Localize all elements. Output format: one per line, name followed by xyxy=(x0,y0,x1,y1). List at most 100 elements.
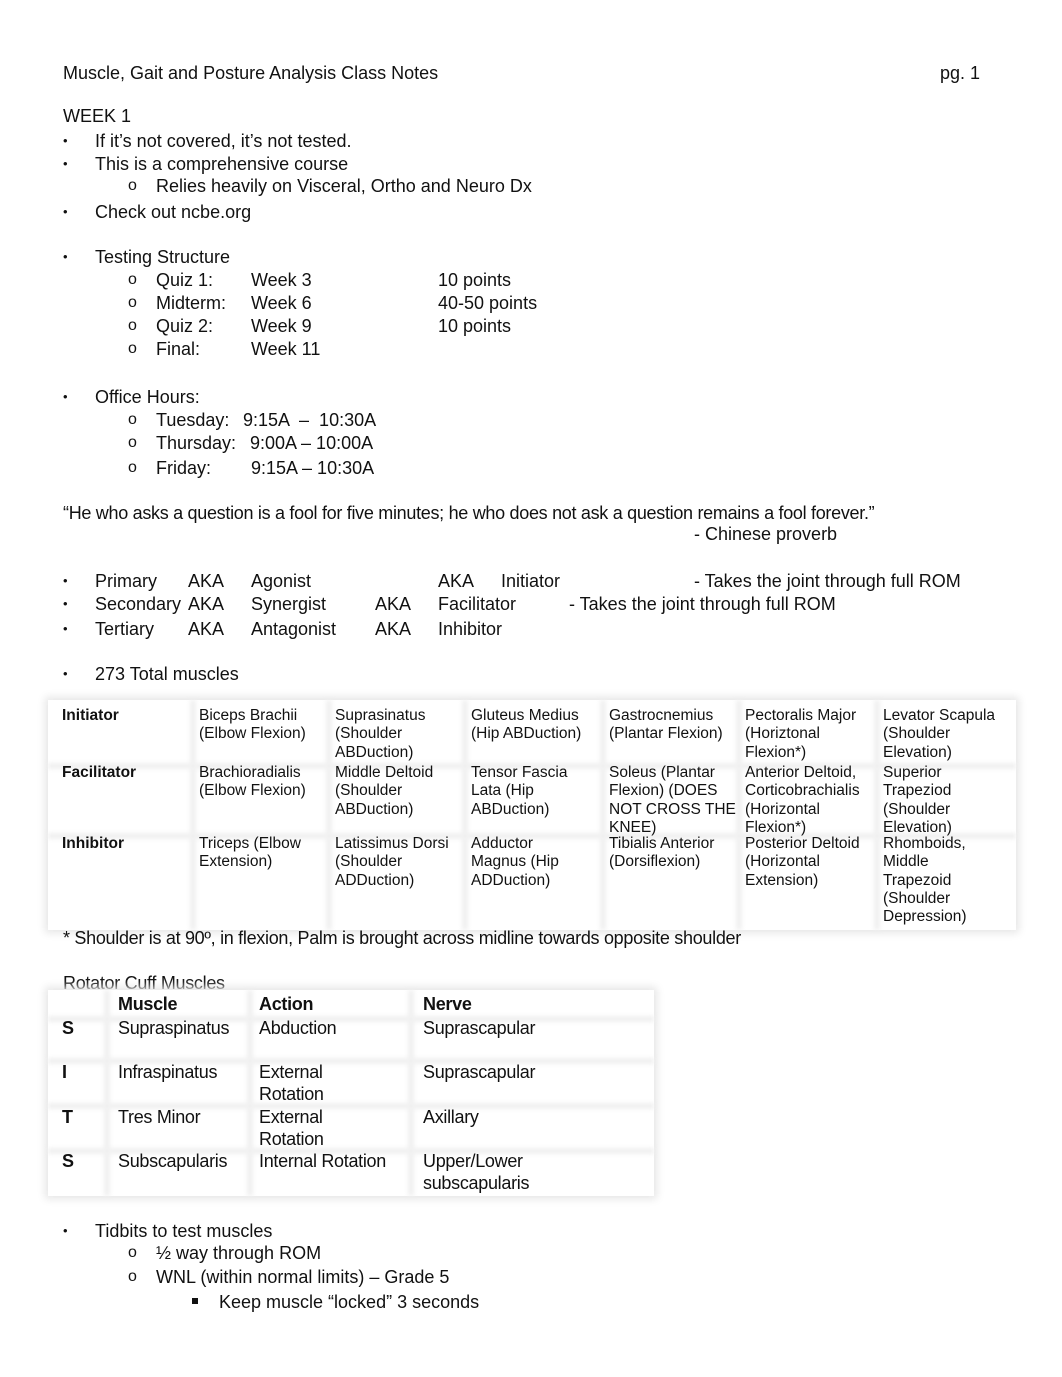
table-cell: Rhomboids, Middle Trapezoid (Shoulder De… xyxy=(883,835,967,926)
table-cell: Gastrocnemius (Plantar Flexion) xyxy=(609,707,723,743)
aka-label: AKA xyxy=(375,619,412,639)
tidbits-label: Tidbits to test muscles xyxy=(95,1221,273,1241)
muscle-action: External Rotation xyxy=(259,1062,324,1104)
muscle-nerve: Upper/Lower subscapularis xyxy=(423,1151,530,1193)
sub-bullet-icon: o xyxy=(128,294,137,311)
square-bullet-icon xyxy=(192,1298,198,1304)
role-note: - Takes the joint through full ROM xyxy=(569,594,836,614)
exam-points: 40-50 points xyxy=(438,293,538,313)
table-cell: Superior Trapeziod (Shoulder Elevation) xyxy=(883,764,952,836)
muscle-nerve: Suprascapular xyxy=(423,1062,536,1082)
exam-points: 10 points xyxy=(438,316,512,336)
page-number: pg. 1 xyxy=(940,63,981,83)
exam-points: 10 points xyxy=(438,270,512,290)
table-row-header: Initiator xyxy=(62,707,119,724)
table-cell: Biceps Brachii (Elbow Flexion) xyxy=(199,707,306,743)
muscle-action: Internal Rotation xyxy=(259,1151,386,1171)
aka-label: AKA xyxy=(188,619,225,639)
table-cell: Adductor Magnus (Hip ADDuction) xyxy=(471,835,559,889)
week-heading: WEEK 1 xyxy=(63,106,132,126)
role-alias: Agonist xyxy=(251,571,312,591)
acronym-letter: S xyxy=(62,1151,75,1171)
exam-name: Final: xyxy=(156,339,201,359)
exam-week: Week 3 xyxy=(251,270,312,290)
table-cell: Levator Scapula (Shoulder Elevation) xyxy=(883,707,996,761)
office-time: 9:15A – 10:30A xyxy=(243,410,377,430)
table-cell: Suprasinatus (Shoulder ABDuction) xyxy=(335,707,426,761)
footnote: * Shoulder is at 90º, in flexion, Palm i… xyxy=(63,928,741,948)
bullet-icon: • xyxy=(63,621,68,636)
muscle-name: Tres Minor xyxy=(118,1107,201,1127)
muscle-role-table: Initiator Biceps Brachii (Elbow Flexion)… xyxy=(48,700,1016,930)
muscle-action: Abduction xyxy=(259,1018,337,1038)
acronym-letter: I xyxy=(62,1062,68,1082)
list-subitem: WNL (within normal limits) – Grade 5 xyxy=(156,1267,450,1287)
sub-bullet-icon: o xyxy=(128,459,137,476)
aka-label: AKA xyxy=(438,571,475,591)
bullet-icon: • xyxy=(63,389,68,404)
column-header: Muscle xyxy=(118,994,178,1014)
list-subitem: ½ way through ROM xyxy=(156,1243,322,1263)
table-cell: Tibialis Anterior (Dorsiflexion) xyxy=(609,835,715,871)
bullet-icon: • xyxy=(63,156,68,171)
muscle-nerve: Axillary xyxy=(423,1107,479,1127)
table-cell: Soleus (Plantar Flexion) (DOES NOT CROSS… xyxy=(609,764,736,836)
acronym-letter: T xyxy=(62,1107,73,1127)
muscle-nerve: Suprascapular xyxy=(423,1018,536,1038)
column-header: Action xyxy=(259,994,314,1014)
bullet-icon: • xyxy=(63,666,68,681)
aka-label: AKA xyxy=(188,571,225,591)
document-title: Muscle, Gait and Posture Analysis Class … xyxy=(63,63,439,83)
muscle-name: Subscapularis xyxy=(118,1151,228,1171)
exam-week: Week 9 xyxy=(251,316,312,336)
office-day: Friday: xyxy=(156,458,212,478)
table-row-header: Facilitator xyxy=(62,764,137,781)
muscle-action: External Rotation xyxy=(259,1107,324,1149)
bullet-icon: • xyxy=(63,1223,68,1238)
exam-week: Week 6 xyxy=(251,293,312,313)
quote-attribution: - Chinese proverb xyxy=(694,524,838,544)
office-time: 9:00A – 10:00A xyxy=(250,433,374,453)
table-row-header: Inhibitor xyxy=(62,835,124,852)
testing-structure-label: Testing Structure xyxy=(95,247,231,267)
list-item: Check out ncbe.org xyxy=(95,202,252,222)
role-alias: Antagonist xyxy=(251,619,337,639)
sub-bullet-icon: o xyxy=(128,1268,137,1285)
role-name: Secondary xyxy=(95,594,182,614)
rotator-cuff-table: Muscle Action Nerve S Supraspinatus Abdu… xyxy=(48,990,654,1196)
table-cell: Middle Deltoid (Shoulder ABDuction) xyxy=(335,764,434,818)
column-header: Nerve xyxy=(423,994,472,1014)
office-time: 9:15A – 10:30A xyxy=(251,458,375,478)
muscle-name: Infraspinatus xyxy=(118,1062,218,1082)
table-cell: Anterior Deltoid, Corticobrachialis (Hor… xyxy=(745,764,860,836)
sub-bullet-icon: o xyxy=(128,271,137,288)
exam-name: Midterm: xyxy=(156,293,227,313)
role-function: Facilitator xyxy=(438,594,517,614)
bullet-icon: • xyxy=(63,596,68,611)
bullet-icon: • xyxy=(63,133,68,148)
list-subsubitem: Keep muscle “locked” 3 seconds xyxy=(219,1292,480,1312)
role-note: - Takes the joint through full ROM xyxy=(694,571,961,591)
total-muscles: 273 Total muscles xyxy=(95,664,239,684)
role-function: Initiator xyxy=(501,571,561,591)
list-item: This is a comprehensive course xyxy=(95,154,349,174)
sub-bullet-icon: o xyxy=(128,340,137,357)
office-day: Thursday: xyxy=(156,433,237,453)
bullet-icon: • xyxy=(63,573,68,588)
aka-label: AKA xyxy=(188,594,225,614)
exam-name: Quiz 2: xyxy=(156,316,214,336)
sub-bullet-icon: o xyxy=(128,1244,137,1261)
table-cell: Tensor Fascia Lata (Hip ABDuction) xyxy=(471,764,568,818)
table-cell: Gluteus Medius (Hip ABDuction) xyxy=(471,707,582,743)
sub-bullet-icon: o xyxy=(128,411,137,428)
aka-label: AKA xyxy=(375,594,412,614)
sub-bullet-icon: o xyxy=(128,434,137,451)
sub-bullet-icon: o xyxy=(128,317,137,334)
table-cell: Triceps (Elbow Extension) xyxy=(199,835,301,871)
quote-text: “He who asks a question is a fool for fi… xyxy=(63,503,875,523)
role-function: Inhibitor xyxy=(438,619,503,639)
bullet-icon: • xyxy=(63,204,68,219)
table-cell: Latissimus Dorsi (Shoulder ADDuction) xyxy=(335,835,449,889)
exam-week: Week 11 xyxy=(251,339,321,359)
table-cell: Pectoralis Major (Horiztonal Flexion*) xyxy=(745,707,857,761)
